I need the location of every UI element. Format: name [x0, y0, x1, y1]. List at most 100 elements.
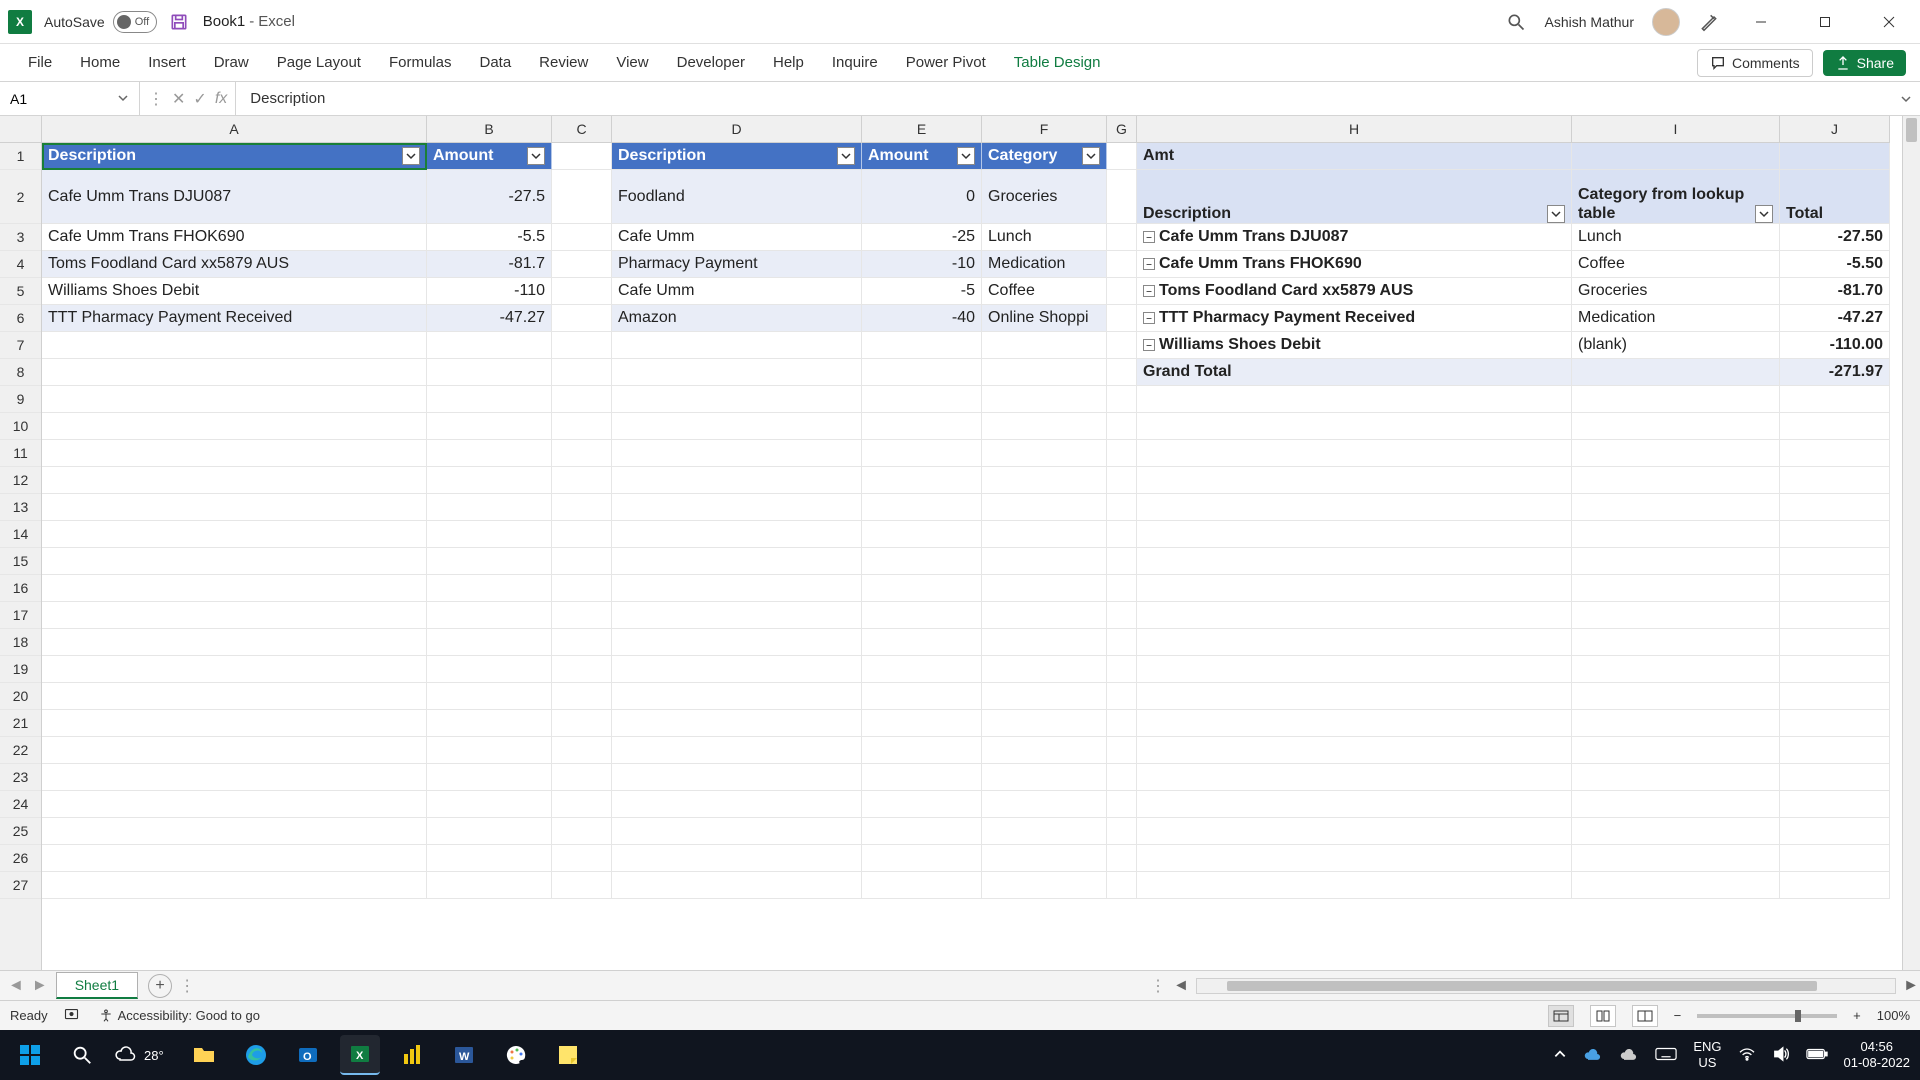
zoom-in-button[interactable]: + — [1853, 1008, 1861, 1023]
share-button[interactable]: Share — [1823, 50, 1906, 76]
row-header-10[interactable]: 10 — [0, 413, 41, 440]
column-header-A[interactable]: A — [42, 116, 427, 142]
clock[interactable]: 04:56 01-08-2022 — [1844, 1039, 1911, 1070]
cell-b25[interactable] — [427, 818, 552, 845]
cell-g13[interactable] — [1107, 494, 1137, 521]
cell-a13[interactable] — [42, 494, 427, 521]
cell-c5[interactable] — [552, 278, 612, 305]
cell-c10[interactable] — [552, 413, 612, 440]
column-header-J[interactable]: J — [1780, 116, 1890, 142]
cell-d9[interactable] — [612, 386, 862, 413]
cell-d10[interactable] — [612, 413, 862, 440]
cell-a19[interactable] — [42, 656, 427, 683]
cell-c24[interactable] — [552, 791, 612, 818]
add-sheet-button[interactable]: + — [148, 974, 172, 998]
cell-g22[interactable] — [1107, 737, 1137, 764]
close-button[interactable] — [1866, 6, 1912, 38]
normal-view-button[interactable] — [1548, 1005, 1574, 1027]
row-header-9[interactable]: 9 — [0, 386, 41, 413]
vertical-scrollbar[interactable] — [1902, 116, 1920, 970]
cell-f4[interactable]: Medication — [982, 251, 1107, 278]
system-tray[interactable]: ENG US 04:56 01-08-2022 — [1553, 1039, 1910, 1070]
cell-b11[interactable] — [427, 440, 552, 467]
row-header-20[interactable]: 20 — [0, 683, 41, 710]
cell-a7[interactable] — [42, 332, 427, 359]
cell-d21[interactable] — [612, 710, 862, 737]
ribbon-tab-data[interactable]: Data — [465, 44, 525, 81]
cell-d20[interactable] — [612, 683, 862, 710]
cell-h23[interactable] — [1137, 764, 1572, 791]
cell-d2[interactable]: Foodland — [612, 170, 862, 224]
cell-i26[interactable] — [1572, 845, 1780, 872]
cell-d12[interactable] — [612, 467, 862, 494]
cell-c8[interactable] — [552, 359, 612, 386]
ribbon-tab-table-design[interactable]: Table Design — [1000, 44, 1115, 81]
row-header-8[interactable]: 8 — [0, 359, 41, 386]
cell-j11[interactable] — [1780, 440, 1890, 467]
cell-b27[interactable] — [427, 872, 552, 899]
cell-h6[interactable]: –TTT Pharmacy Payment Received — [1137, 305, 1572, 332]
cell-e21[interactable] — [862, 710, 982, 737]
cell-g14[interactable] — [1107, 521, 1137, 548]
fx-icon[interactable]: fx — [215, 90, 227, 108]
cell-c25[interactable] — [552, 818, 612, 845]
zoom-slider[interactable] — [1697, 1014, 1837, 1018]
cell-e24[interactable] — [862, 791, 982, 818]
formula-cancel-icon[interactable]: ✕ — [172, 89, 185, 109]
cell-b6[interactable]: -47.27 — [427, 305, 552, 332]
cell-g6[interactable] — [1107, 305, 1137, 332]
row-header-18[interactable]: 18 — [0, 629, 41, 656]
cell-a17[interactable] — [42, 602, 427, 629]
cell-c16[interactable] — [552, 575, 612, 602]
cell-a6[interactable]: TTT Pharmacy Payment Received — [42, 305, 427, 332]
cell-a5[interactable]: Williams Shoes Debit — [42, 278, 427, 305]
cell-f2[interactable]: Groceries — [982, 170, 1107, 224]
cell-j21[interactable] — [1780, 710, 1890, 737]
cell-b1[interactable]: Amount — [427, 143, 552, 170]
start-button[interactable] — [10, 1035, 50, 1075]
cell-g11[interactable] — [1107, 440, 1137, 467]
cell-i14[interactable] — [1572, 521, 1780, 548]
cell-g5[interactable] — [1107, 278, 1137, 305]
cell-c4[interactable] — [552, 251, 612, 278]
cell-f16[interactable] — [982, 575, 1107, 602]
cell-b16[interactable] — [427, 575, 552, 602]
ribbon-tab-home[interactable]: Home — [66, 44, 134, 81]
cell-d18[interactable] — [612, 629, 862, 656]
cell-c23[interactable] — [552, 764, 612, 791]
cell-j24[interactable] — [1780, 791, 1890, 818]
cell-j4[interactable]: -5.50 — [1780, 251, 1890, 278]
cell-g2[interactable] — [1107, 170, 1137, 224]
cell-i2[interactable]: Category from lookup table — [1572, 170, 1780, 224]
cell-c26[interactable] — [552, 845, 612, 872]
cell-d13[interactable] — [612, 494, 862, 521]
cell-h27[interactable] — [1137, 872, 1572, 899]
maximize-button[interactable] — [1802, 6, 1848, 38]
cell-h2[interactable]: Description — [1137, 170, 1572, 224]
zoom-level[interactable]: 100% — [1877, 1008, 1910, 1023]
cell-a10[interactable] — [42, 413, 427, 440]
cell-e6[interactable]: -40 — [862, 305, 982, 332]
row-header-14[interactable]: 14 — [0, 521, 41, 548]
filter-dropdown-icon[interactable] — [527, 147, 545, 165]
cell-e15[interactable] — [862, 548, 982, 575]
cell-j1[interactable] — [1780, 143, 1890, 170]
cell-e14[interactable] — [862, 521, 982, 548]
cell-h21[interactable] — [1137, 710, 1572, 737]
scrollbar-thumb[interactable] — [1906, 118, 1917, 142]
sheet-prev-icon[interactable]: ◄ — [8, 977, 24, 995]
cell-j27[interactable] — [1780, 872, 1890, 899]
cell-c13[interactable] — [552, 494, 612, 521]
cell-b5[interactable]: -110 — [427, 278, 552, 305]
keyboard-icon[interactable] — [1655, 1046, 1677, 1065]
cell-i11[interactable] — [1572, 440, 1780, 467]
cell-h15[interactable] — [1137, 548, 1572, 575]
collapse-icon[interactable]: – — [1143, 339, 1155, 351]
cell-j18[interactable] — [1780, 629, 1890, 656]
ribbon-tab-draw[interactable]: Draw — [200, 44, 263, 81]
volume-icon[interactable] — [1772, 1046, 1790, 1065]
cell-d7[interactable] — [612, 332, 862, 359]
cell-j23[interactable] — [1780, 764, 1890, 791]
ink-icon[interactable] — [1698, 11, 1720, 33]
cell-h14[interactable] — [1137, 521, 1572, 548]
